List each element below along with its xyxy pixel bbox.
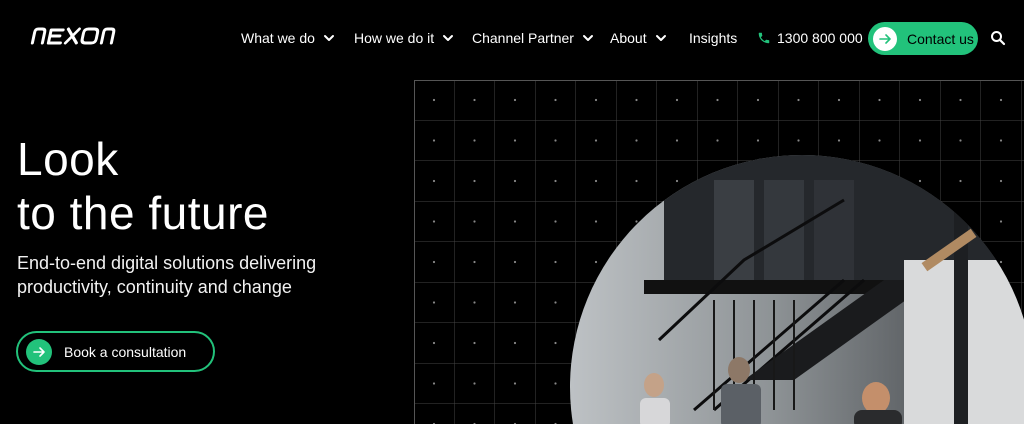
chevron-down-icon: [323, 35, 334, 41]
site-header: What we do How we do it Channel Partner …: [0, 0, 1024, 76]
chevron-down-icon: [443, 35, 454, 41]
chevron-down-icon: [655, 35, 666, 41]
phone-icon: [758, 32, 770, 44]
nav-item-about[interactable]: About: [610, 28, 667, 48]
chevron-down-icon: [582, 35, 593, 41]
nav-item-channel-partner[interactable]: Channel Partner: [472, 28, 594, 48]
nav-item-how-we-do-it[interactable]: How we do it: [354, 28, 454, 48]
nav-item-what-we-do[interactable]: What we do: [241, 28, 335, 48]
hero-title-line-2: to the future: [17, 187, 269, 239]
book-consultation-label: Book a consultation: [64, 343, 187, 360]
nav-item-label: About: [610, 30, 647, 46]
phone-link[interactable]: 1300 800 000: [757, 28, 863, 48]
book-consultation-button[interactable]: Book a consultation: [16, 331, 215, 372]
hero-subtitle: End-to-end digital solutions delivering …: [17, 253, 317, 297]
hero-visual: [414, 80, 1024, 424]
contact-us-label: Contact us: [907, 30, 974, 47]
search-icon[interactable]: [990, 30, 1006, 46]
nexon-logo[interactable]: [30, 26, 126, 46]
nav-item-label: Channel Partner: [472, 30, 574, 46]
arrow-right-icon: [873, 26, 897, 51]
contact-us-button[interactable]: Contact us: [868, 22, 978, 55]
arrow-right-icon: [26, 338, 52, 365]
grid-background: [414, 80, 1024, 424]
hero-title-line-1: Look: [17, 133, 119, 185]
nav-item-label: How we do it: [354, 30, 435, 46]
hero-title: Look to the future: [17, 132, 269, 240]
nav-item-label: What we do: [241, 30, 315, 46]
phone-number: 1300 800 000: [777, 30, 863, 46]
nav-item-insights[interactable]: Insights: [689, 28, 737, 48]
nav-item-label: Insights: [689, 30, 738, 46]
